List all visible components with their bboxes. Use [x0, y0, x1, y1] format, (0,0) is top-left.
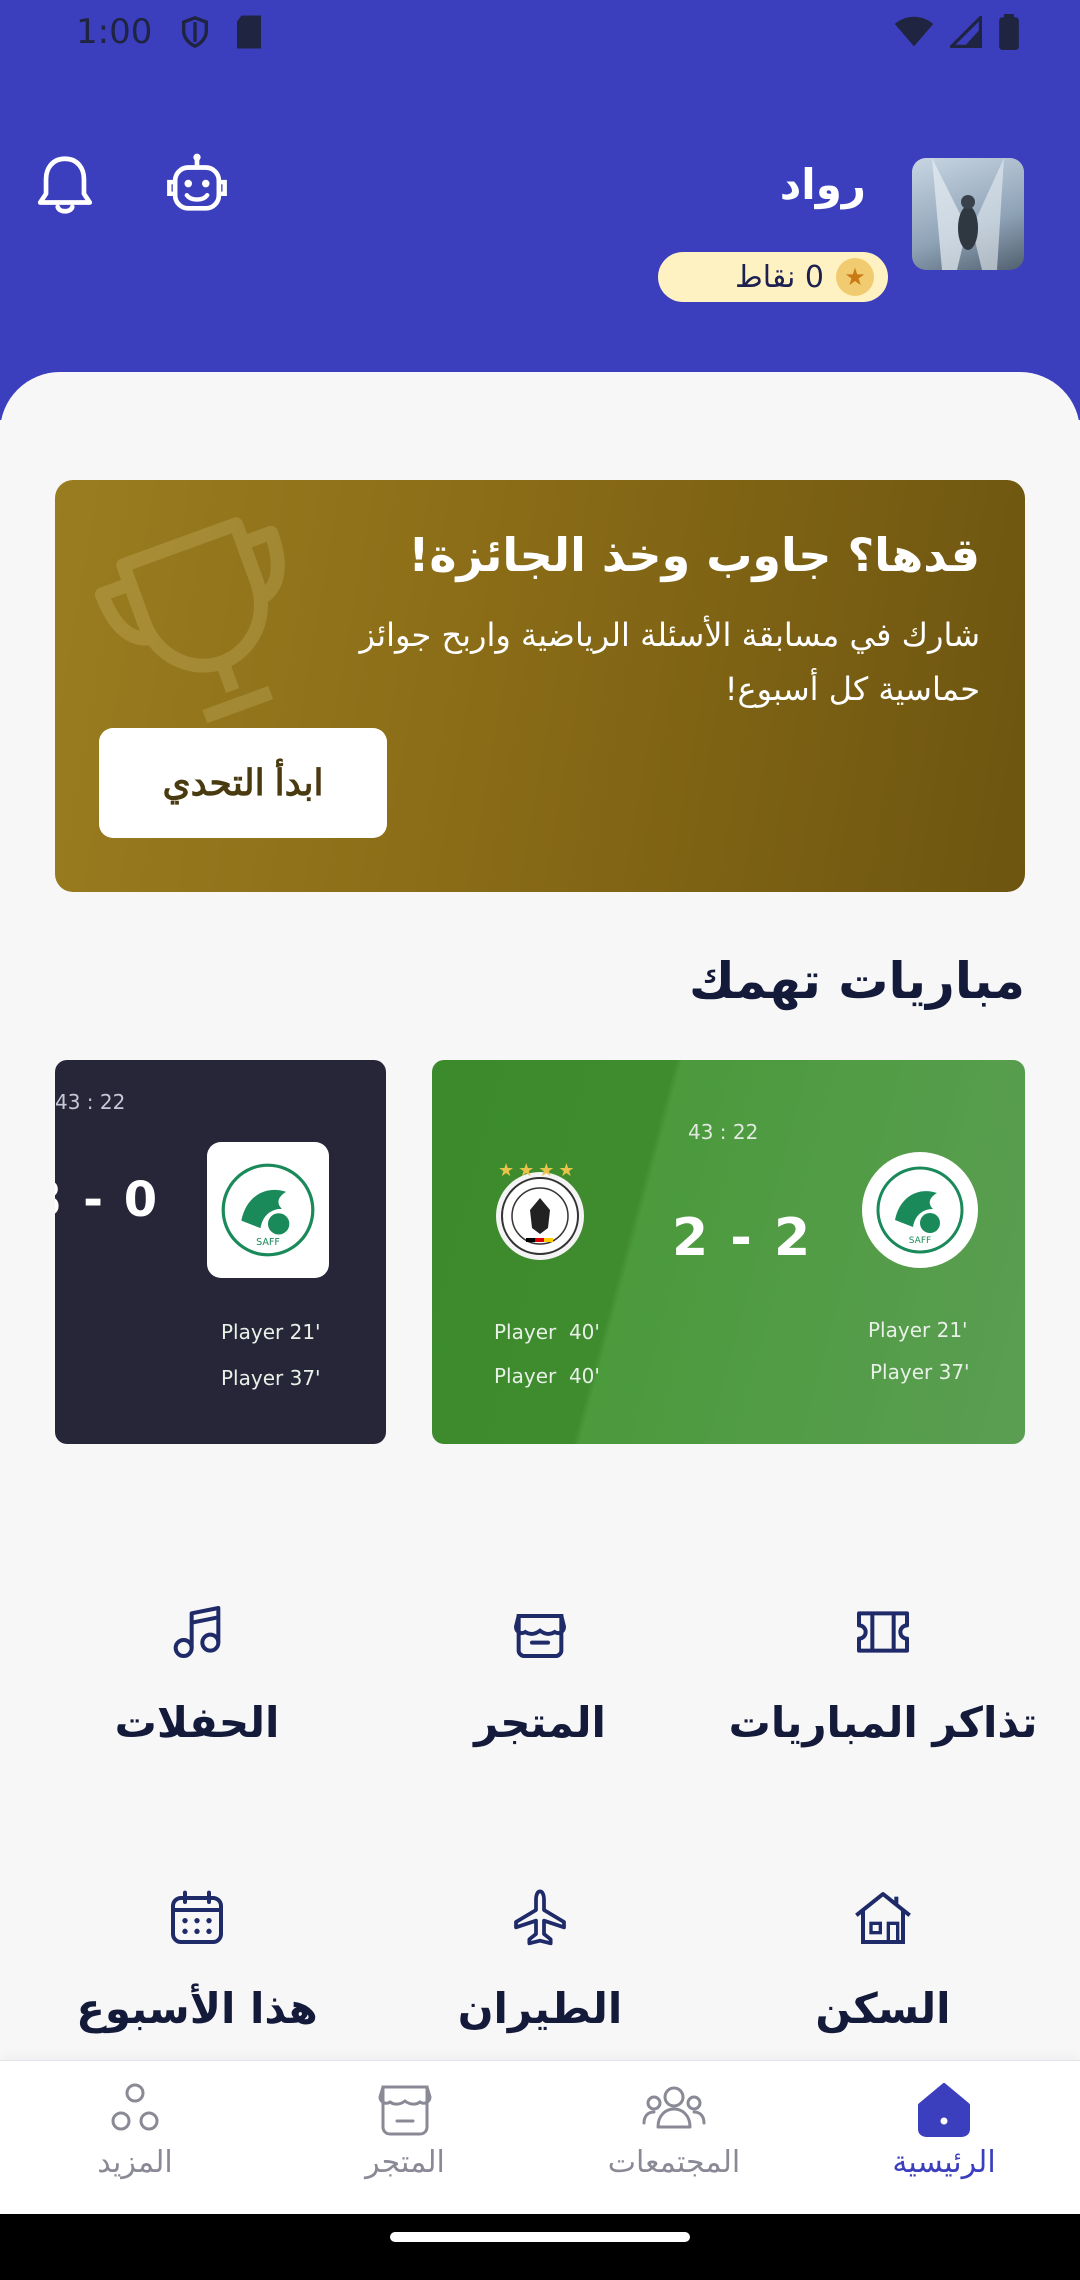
sd-card-icon: [237, 15, 261, 49]
match-time: 43 : 22: [55, 1090, 126, 1114]
avatar[interactable]: [912, 158, 1024, 270]
match-score: 3 - 0: [55, 1172, 160, 1228]
ticket-icon: [857, 1611, 909, 1653]
calendar-icon: [171, 1890, 223, 1944]
service-tile-match-tickets[interactable]: تذاكر المباريات: [729, 1600, 1037, 1800]
nav-more[interactable]: المزيد: [25, 2079, 245, 2180]
chatbot-icon[interactable]: [162, 150, 232, 220]
system-nav-bar: [0, 2214, 1080, 2280]
service-label: الحفلات: [114, 1698, 280, 1747]
service-tile-flights[interactable]: الطيران: [390, 1886, 690, 2086]
nav-store[interactable]: المتجر: [295, 2079, 515, 2180]
bell-icon[interactable]: [30, 150, 100, 220]
more-icon: [111, 2083, 159, 2131]
status-time: 1:00: [76, 12, 153, 52]
service-label: المتجر: [474, 1698, 606, 1747]
svg-text:SAFF: SAFF: [256, 1237, 280, 1248]
home-scorer: Player 37': [221, 1366, 321, 1390]
saudi-team-logo: SAFF: [862, 1152, 978, 1268]
points-badge[interactable]: 0 نقاط ★: [658, 252, 888, 302]
communities-icon: [642, 2086, 706, 2129]
service-label: هذا الأسبوع: [76, 1984, 318, 2033]
nav-label: الرئيسية: [892, 2145, 996, 2180]
service-label: الطيران: [457, 1984, 623, 2033]
store-icon: [378, 2085, 432, 2136]
points-text: 0 نقاط: [734, 259, 824, 295]
star-coin-icon: ★: [836, 258, 874, 296]
status-right-icons: [894, 14, 1020, 50]
avatar-image: [932, 158, 1004, 270]
svg-text:SAFF: SAFF: [909, 1236, 931, 1246]
away-scorer: Player 40': [494, 1364, 600, 1388]
match-card[interactable]: 43 : 22 3 - 0 SAFF Player 21' Player 37': [55, 1060, 386, 1444]
promo-description: شارك في مسابقة الأسئلة الرياضية واربح جو…: [359, 616, 981, 708]
match-card[interactable]: 43 : 22 2 - 2 SAFF ★★★★ Player 21' Playe…: [432, 1060, 1025, 1444]
away-scorer: Player 40': [494, 1320, 600, 1344]
start-challenge-button[interactable]: ابدأ التحدي: [99, 728, 387, 838]
service-tile-this-week[interactable]: هذا الأسبوع: [47, 1886, 347, 2086]
service-tile-store[interactable]: المتجر: [390, 1600, 690, 1800]
status-bar: 1:00: [0, 0, 1080, 70]
star-rating-icon: ★★★★: [498, 1160, 579, 1181]
service-tile-housing[interactable]: السكن: [733, 1886, 1033, 2086]
matches-section-title: مباريات تهمك: [689, 952, 1025, 1010]
user-name: رواد: [779, 160, 866, 209]
quiz-promo-card[interactable]: قدها؟ جاوب وخذ الجائزة! شارك في مسابقة ا…: [55, 480, 1025, 892]
nav-label: المتجر: [365, 2145, 445, 2180]
germany-team-logo: [496, 1172, 584, 1260]
signal-icon: [950, 16, 982, 48]
shield-icon: [181, 16, 209, 49]
home-scorer: Player 21': [221, 1320, 321, 1344]
wifi-icon: [894, 16, 934, 47]
battery-icon: [999, 14, 1019, 50]
home-indicator[interactable]: [390, 2232, 690, 2242]
nav-label: المجتمعات: [607, 2145, 741, 2180]
promo-title: قدها؟ جاوب وخذ الجائزة!: [408, 528, 980, 582]
saudi-team-logo: SAFF: [207, 1142, 329, 1278]
match-time: 43 : 22: [688, 1120, 759, 1144]
bottom-nav: الرئيسية المجتمعات المتجر المزيد: [0, 2060, 1080, 2214]
service-label: تذاكر المباريات: [728, 1698, 1038, 1747]
home-scorer: Player 37': [870, 1360, 970, 1384]
housing-icon: [855, 1892, 911, 1944]
plane-icon: [514, 1889, 566, 1946]
status-left-icons: [178, 14, 264, 50]
store-icon: [513, 1614, 567, 1658]
service-label: السكن: [815, 1984, 951, 2033]
service-tile-concerts[interactable]: الحفلات: [47, 1600, 347, 1800]
music-icon: [173, 1606, 221, 1658]
match-score: 2 - 2: [672, 1208, 813, 1268]
nav-label: المزيد: [97, 2145, 173, 2180]
home-icon: [918, 2083, 970, 2137]
nav-communities[interactable]: المجتمعات: [564, 2079, 784, 2180]
home-scorer: Player 21': [868, 1318, 968, 1342]
nav-home[interactable]: الرئيسية: [834, 2079, 1054, 2180]
